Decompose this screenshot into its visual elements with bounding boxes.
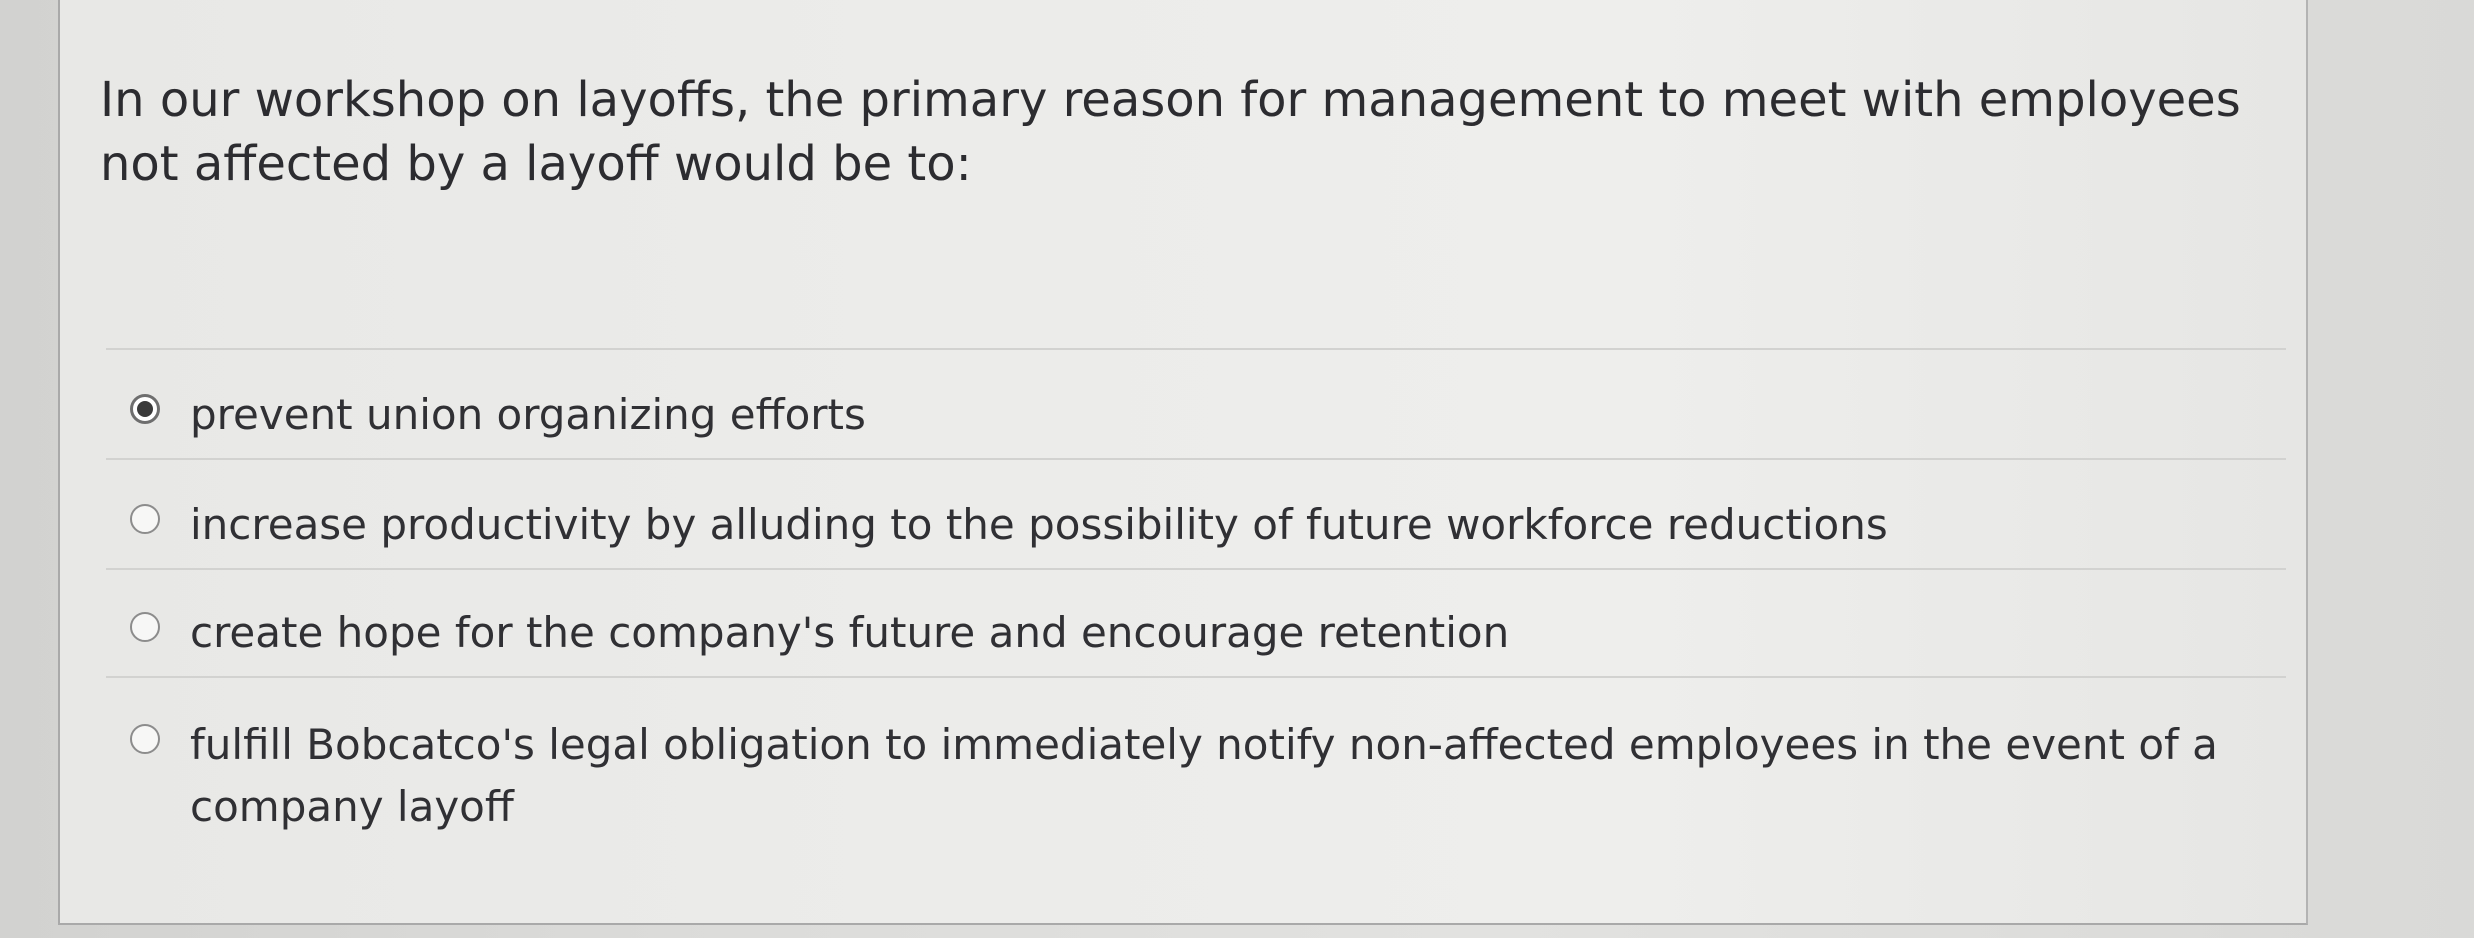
answer-option[interactable]: increase productivity by alluding to the… — [106, 458, 2286, 568]
answer-option-label: fulfill Bobcatco's legal obligation to i… — [190, 720, 2218, 831]
question-card: In our workshop on layoffs, the primary … — [58, 0, 2308, 925]
radio-unselected-icon[interactable] — [130, 504, 160, 534]
answer-option-label: prevent union organizing efforts — [190, 390, 866, 439]
answer-options: prevent union organizing efforts increas… — [106, 348, 2286, 836]
answer-option[interactable]: prevent union organizing efforts — [106, 348, 2286, 458]
answer-option[interactable]: fulfill Bobcatco's legal obligation to i… — [106, 676, 2286, 836]
answer-option-label: create hope for the company's future and… — [190, 608, 1510, 657]
answer-option-label: increase productivity by alluding to the… — [190, 500, 1888, 549]
radio-unselected-icon[interactable] — [130, 612, 160, 642]
question-text: In our workshop on layoffs, the primary … — [100, 72, 2241, 192]
radio-selected-icon[interactable] — [130, 394, 160, 424]
answer-option[interactable]: create hope for the company's future and… — [106, 568, 2286, 676]
radio-unselected-icon[interactable] — [130, 724, 160, 754]
